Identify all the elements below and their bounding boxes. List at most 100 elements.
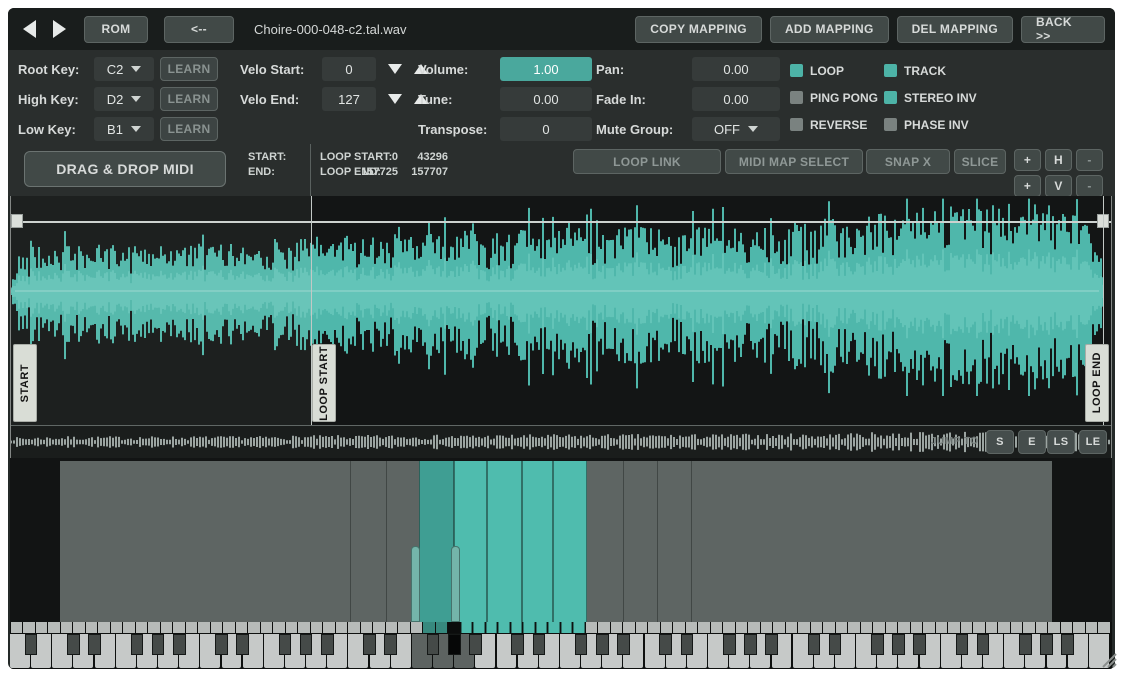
del-mapping-button[interactable]: DEL MAPPING (897, 16, 1013, 43)
key-strip-cell[interactable] (173, 622, 185, 633)
velo-end-down-icon[interactable] (388, 94, 402, 104)
black-key[interactable] (871, 634, 884, 655)
black-key[interactable] (808, 634, 821, 655)
black-key[interactable] (427, 634, 440, 655)
jump-s-button[interactable]: S (986, 430, 1014, 454)
nav-forward-button[interactable] (48, 17, 70, 41)
toggle-track[interactable]: TRACK (884, 57, 977, 84)
copy-mapping-button[interactable]: COPY MAPPING (635, 16, 762, 43)
black-key[interactable] (659, 634, 672, 655)
key-strip-cell[interactable] (323, 622, 335, 633)
key-strip-cell[interactable] (811, 622, 823, 633)
key-strip-cell[interactable] (748, 622, 760, 633)
key-strip-cell[interactable] (386, 622, 398, 633)
drag-drop-midi-button[interactable]: DRAG & DROP MIDI (24, 151, 226, 187)
key-strip-cell[interactable] (948, 622, 960, 633)
checkbox-loop-icon[interactable] (790, 64, 803, 77)
key-strip-cell[interactable] (973, 622, 985, 633)
black-key[interactable] (173, 634, 186, 655)
key-strip-cell[interactable] (673, 622, 685, 633)
key-strip-cell[interactable] (461, 622, 473, 633)
key-strip-cell[interactable] (911, 622, 923, 633)
velo-start-down-icon[interactable] (388, 64, 402, 74)
loop-end-marker[interactable]: LOOP END (1085, 344, 1109, 422)
checkbox-track-icon[interactable] (884, 64, 897, 77)
key-strip-cell[interactable] (448, 622, 460, 633)
key-strip-cell[interactable] (436, 622, 448, 633)
toggle-reverse[interactable]: REVERSE (790, 111, 884, 138)
black-key[interactable] (977, 634, 990, 655)
key-strip-cell[interactable] (736, 622, 748, 633)
rom-button[interactable]: ROM (84, 16, 148, 43)
key-strip-cell[interactable] (498, 622, 510, 633)
key-strip-cell[interactable] (661, 622, 673, 633)
zoom-v-out-button[interactable]: - (1076, 175, 1103, 197)
key-strip-cell[interactable] (273, 622, 285, 633)
start-marker[interactable]: START (13, 344, 37, 422)
black-key[interactable] (617, 634, 630, 655)
key-strip-cell[interactable] (823, 622, 835, 633)
key-strip-cell[interactable] (573, 622, 585, 633)
key-strip-cell[interactable] (511, 622, 523, 633)
key-strip-cell[interactable] (136, 622, 148, 633)
black-key[interactable] (533, 634, 546, 655)
black-key[interactable] (892, 634, 905, 655)
black-key[interactable] (765, 634, 778, 655)
key-strip-cell[interactable] (111, 622, 123, 633)
mapping-zone[interactable] (553, 461, 587, 622)
key-strip-cell[interactable] (286, 622, 298, 633)
overview-strip[interactable]: JUMP TO SELSLE (11, 426, 1111, 458)
key-strip-cell[interactable] (473, 622, 485, 633)
zoom-h-button[interactable]: H (1045, 149, 1072, 171)
black-key[interactable] (131, 634, 144, 655)
black-key[interactable] (829, 634, 842, 655)
velo-start-field[interactable]: 0 (322, 57, 376, 81)
checkbox-reverse-icon[interactable] (790, 118, 803, 131)
checkbox-phase_inv-icon[interactable] (884, 118, 897, 131)
black-key[interactable] (1061, 634, 1074, 655)
zone-edge-handle[interactable] (451, 546, 460, 622)
loop-start-marker[interactable]: LOOP START (312, 344, 336, 422)
fade-in-field[interactable]: 0.00 (692, 87, 780, 111)
black-key[interactable] (279, 634, 292, 655)
black-key[interactable] (575, 634, 588, 655)
key-strip-cell[interactable] (1086, 622, 1098, 633)
key-strip-cell[interactable] (86, 622, 98, 633)
key-strip-cell[interactable] (1098, 622, 1110, 633)
key-strip-cell[interactable] (548, 622, 560, 633)
key-strip-cell[interactable] (836, 622, 848, 633)
black-key[interactable] (596, 634, 609, 655)
key-strip-cell[interactable] (211, 622, 223, 633)
key-strip-cell[interactable] (561, 622, 573, 633)
key-strip-cell[interactable] (611, 622, 623, 633)
loop-link-button[interactable]: LOOP LINK (573, 149, 721, 174)
key-strip-cell[interactable] (623, 622, 635, 633)
key-strip-cell[interactable] (711, 622, 723, 633)
key-strip-cell[interactable] (148, 622, 160, 633)
key-strip-cell[interactable] (786, 622, 798, 633)
back-button[interactable]: BACK >> (1021, 16, 1105, 43)
key-strip-cell[interactable] (1023, 622, 1035, 633)
key-strip-cell[interactable] (961, 622, 973, 633)
root-key-learn-button[interactable]: LEARN (160, 57, 218, 81)
key-strip-cell[interactable] (598, 622, 610, 633)
black-key[interactable] (681, 634, 694, 655)
toggle-ping_pong[interactable]: PING PONG (790, 84, 884, 111)
midi-map-select-button[interactable]: MIDI MAP SELECT (725, 149, 863, 174)
key-strip-cell[interactable] (361, 622, 373, 633)
back-arrow-button[interactable]: <-- (164, 16, 234, 43)
toggle-loop[interactable]: LOOP (790, 57, 884, 84)
low-key-learn-button[interactable]: LEARN (160, 117, 218, 141)
key-strip-cell[interactable] (423, 622, 435, 633)
key-strip-cell[interactable] (23, 622, 35, 633)
jump-ls-button[interactable]: LS (1047, 430, 1075, 454)
key-strip-cell[interactable] (61, 622, 73, 633)
key-strip-cell[interactable] (761, 622, 773, 633)
key-strip-cell[interactable] (336, 622, 348, 633)
black-key[interactable] (321, 634, 334, 655)
root-key-select[interactable]: C2 (94, 57, 154, 81)
key-strip-cell[interactable] (886, 622, 898, 633)
key-strip-cell[interactable] (311, 622, 323, 633)
key-strip-cell[interactable] (586, 622, 598, 633)
key-strip-cell[interactable] (686, 622, 698, 633)
